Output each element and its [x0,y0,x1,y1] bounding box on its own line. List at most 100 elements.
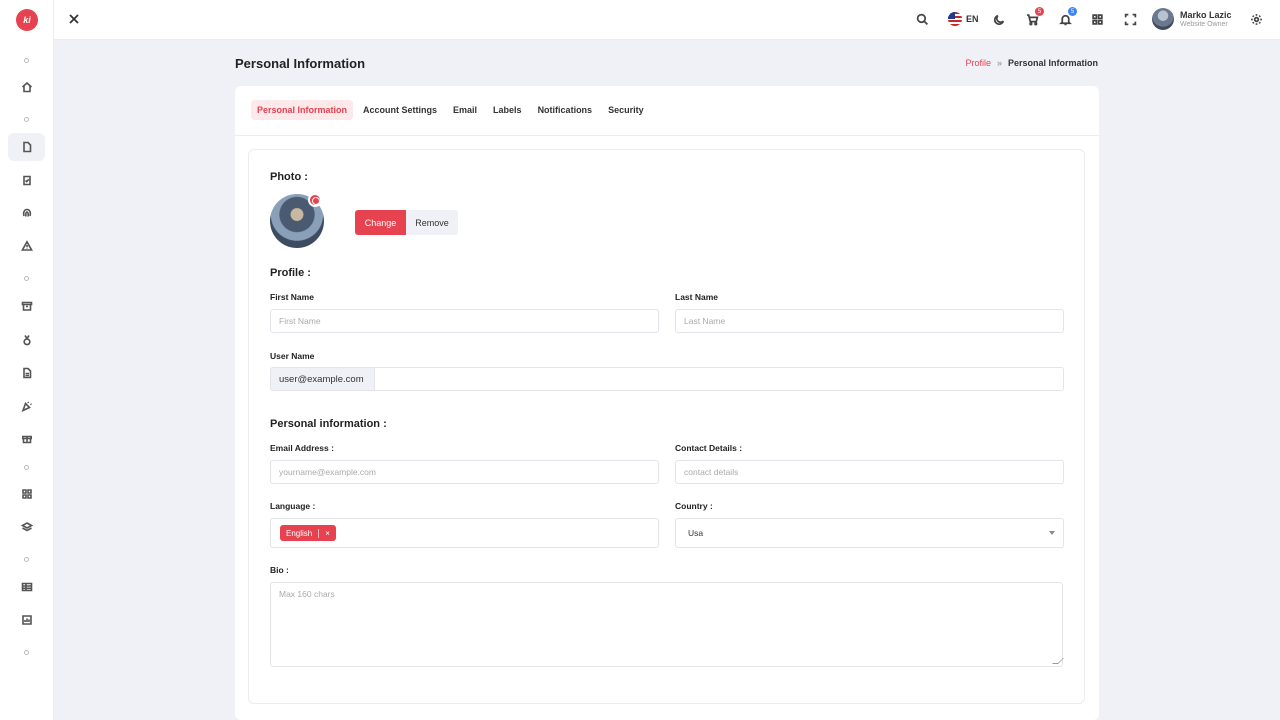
language-code: EN [966,14,979,24]
sidebar-item-layers[interactable] [8,513,45,541]
close-sidebar-button[interactable] [66,11,82,27]
fingerprint-icon [22,208,31,217]
sidebar-item-gifts[interactable] [8,424,45,452]
notification-count-badge: 5 [1068,7,1077,16]
notifications-button[interactable]: 5 [1057,7,1077,27]
chart-icon [21,615,32,625]
tabs-divider [235,135,1099,136]
tab-labels[interactable]: Labels [487,100,528,120]
sidebar: ki [0,0,54,720]
country-label: Country : [675,501,713,511]
breadcrumb-current: Personal Information [1007,58,1098,68]
sidebar-section-dot [24,276,29,281]
language-selector[interactable]: EN [948,12,979,26]
profile-card: Personal Information Account Settings Em… [235,86,1099,720]
apps-button[interactable] [1089,11,1105,27]
top-bar: EN 5 5 Marko Lazic Website Owner [54,0,1280,40]
archive-icon [21,301,32,311]
settings-button[interactable] [1248,11,1264,27]
moon-icon [993,14,1004,25]
email-label: Email Address : [270,443,334,453]
country-select[interactable]: Usa [675,518,1064,548]
bio-label: Bio : [270,565,289,575]
layers-icon [20,522,33,532]
tab-notifications[interactable]: Notifications [532,100,599,120]
cart-button[interactable]: 5 [1024,7,1044,27]
logo[interactable]: ki [16,9,38,31]
close-icon [69,14,79,24]
grid-icon [1091,13,1103,25]
page-title: Personal Information [235,56,366,71]
sidebar-section-dot [24,557,29,562]
sidebar-item-awards[interactable] [8,326,45,354]
sidebar-item-charts[interactable] [8,606,45,634]
profile-tabs: Personal Information Account Settings Em… [251,100,650,120]
sidebar-item-documents[interactable] [8,359,45,387]
username-addon: user@example.com [270,367,375,391]
user-name: Marko Lazic [1180,9,1232,20]
remove-chip-icon[interactable]: × [325,529,330,538]
sidebar-item-home[interactable] [8,73,45,101]
sidebar-item-tables[interactable] [8,573,45,601]
party-icon [21,401,32,412]
change-photo-button[interactable]: Change [355,210,406,235]
first-name-label: First Name [270,292,314,302]
last-name-label: Last Name [675,292,718,302]
camera-icon[interactable] [308,193,322,207]
table-icon [21,582,32,592]
sidebar-section-dot [24,117,29,122]
breadcrumb: Profile » Personal Information [965,58,1098,68]
fullscreen-icon [1124,13,1136,25]
warning-icon [20,240,33,251]
user-menu[interactable]: Marko Lazic Website Owner [1152,8,1232,30]
sidebar-section-dot [24,650,29,655]
sidebar-item-apps[interactable] [8,480,45,508]
fullscreen-button[interactable] [1122,11,1138,27]
breadcrumb-separator: » [996,58,1002,68]
tab-account-settings[interactable]: Account Settings [357,100,443,120]
username-input[interactable] [374,367,1064,391]
search-button[interactable] [914,11,930,27]
sidebar-item-pages[interactable] [8,133,45,161]
search-icon [916,13,928,25]
remove-photo-button[interactable]: Remove [406,210,458,235]
language-label: Language : [270,501,316,511]
contact-input[interactable]: contact details [675,460,1064,484]
sidebar-item-errors[interactable] [8,232,45,260]
chip-divider [318,528,320,538]
breadcrumb-profile-link[interactable]: Profile [965,58,991,68]
contact-label: Contact Details : [675,443,743,453]
file-icon [22,141,31,153]
medal-icon [22,335,31,346]
sidebar-item-celebrations[interactable] [8,392,45,420]
tab-security[interactable]: Security [602,100,650,120]
sidebar-item-archive[interactable] [8,292,45,320]
email-input[interactable]: yourname@example.com [270,460,659,484]
document-icon [22,367,31,379]
username-label: User Name [270,351,315,361]
bio-textarea[interactable]: Max 160 chars [270,582,1063,667]
cart-count-badge: 5 [1035,7,1044,16]
user-role: Website Owner [1180,20,1228,28]
avatar [1152,8,1174,30]
clipboard-check-icon [22,175,31,186]
personal-info-form: Photo : Change Remove Profile : First Na… [248,149,1085,704]
photo-section-title: Photo : [270,171,308,183]
tab-email[interactable]: Email [447,100,483,120]
language-chip-label: English [286,528,313,538]
sidebar-section-dot [24,58,29,63]
tab-personal-information[interactable]: Personal Information [251,100,354,120]
grid-icon [21,489,32,499]
first-name-input[interactable]: First Name [270,309,659,333]
us-flag-icon [948,12,962,26]
sidebar-item-auth[interactable] [8,199,45,227]
theme-toggle-button[interactable] [991,11,1007,27]
home-icon [21,81,32,93]
last-name-input[interactable]: Last Name [675,309,1064,333]
sidebar-item-tasks[interactable] [8,166,45,194]
personal-info-section-title: Personal information : [270,418,387,430]
gear-icon [1250,13,1262,25]
gift-icon [21,435,32,444]
language-chip-english: English × [280,525,336,541]
user-info: Marko Lazic Website Owner [1180,10,1232,29]
